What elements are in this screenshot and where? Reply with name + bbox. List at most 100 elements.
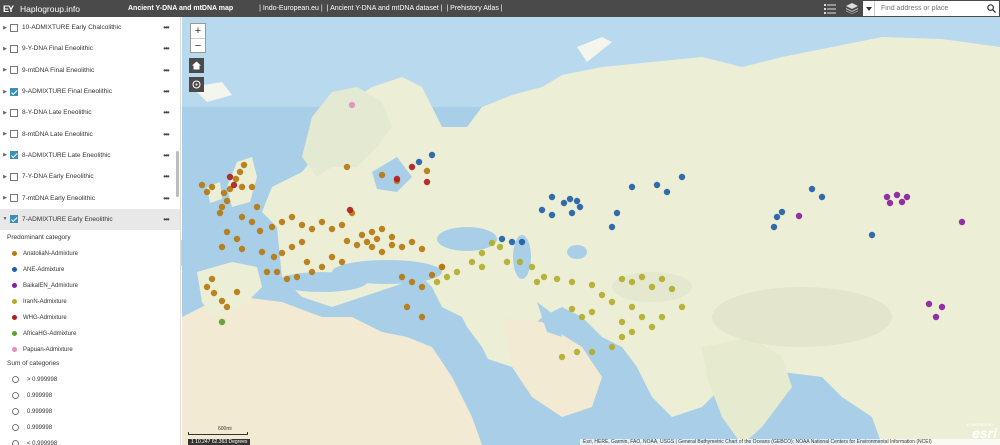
- layer-row[interactable]: ▶ 9-Y-DNA Final Eneolithic •••: [0, 38, 180, 59]
- sample-marker[interactable]: [298, 238, 306, 246]
- sample-marker[interactable]: [418, 283, 426, 291]
- sample-marker[interactable]: [423, 178, 431, 186]
- sample-marker[interactable]: [398, 273, 406, 281]
- sample-marker[interactable]: [795, 212, 803, 220]
- sample-marker[interactable]: [678, 173, 686, 181]
- sample-marker[interactable]: [210, 289, 218, 297]
- layer-row[interactable]: ▼ 7-ADMIXTURE Early Eneolithic •••: [0, 208, 180, 230]
- sample-marker[interactable]: [678, 303, 686, 311]
- more-options-icon[interactable]: •••: [159, 108, 173, 117]
- sample-marker[interactable]: [408, 238, 416, 246]
- layer-visibility-checkbox[interactable]: [10, 151, 18, 160]
- home-button[interactable]: [189, 58, 204, 73]
- more-options-icon[interactable]: •••: [159, 87, 173, 96]
- sample-marker[interactable]: [568, 305, 576, 313]
- sample-marker[interactable]: [478, 249, 486, 257]
- layer-visibility-checkbox[interactable]: [10, 215, 18, 224]
- sample-marker[interactable]: [248, 183, 256, 191]
- sample-marker[interactable]: [288, 243, 296, 251]
- sample-marker[interactable]: [318, 218, 326, 226]
- sample-marker[interactable]: [558, 353, 566, 361]
- sample-marker[interactable]: [508, 238, 516, 246]
- sample-marker[interactable]: [346, 206, 354, 214]
- sample-marker[interactable]: [368, 228, 376, 236]
- sample-marker[interactable]: [538, 206, 546, 214]
- layer-visibility-checkbox[interactable]: [10, 44, 18, 53]
- sample-marker[interactable]: [223, 303, 231, 311]
- layer-row[interactable]: ▶ 7-mtDNA Early Eneolithic •••: [0, 187, 180, 208]
- sample-marker[interactable]: [488, 239, 496, 247]
- sample-marker[interactable]: [248, 218, 256, 226]
- sample-marker[interactable]: [218, 243, 226, 251]
- sample-marker[interactable]: [658, 275, 666, 283]
- sample-marker[interactable]: [418, 245, 426, 253]
- sample-marker[interactable]: [373, 235, 381, 243]
- map-view[interactable]: + − 600mi 1 10.247 62.363 Degrees Esri, …: [182, 17, 1000, 445]
- more-options-icon[interactable]: •••: [159, 215, 173, 224]
- sample-marker[interactable]: [903, 193, 911, 201]
- sample-marker[interactable]: [283, 275, 291, 283]
- sample-marker[interactable]: [338, 221, 346, 229]
- nav-link-dataset[interactable]: | Ancient Y-DNA and mtDNA dataset |: [327, 5, 443, 12]
- sample-marker[interactable]: [233, 288, 241, 296]
- sample-marker[interactable]: [288, 213, 296, 221]
- sample-marker[interactable]: [453, 268, 461, 276]
- sample-marker[interactable]: [773, 213, 781, 221]
- sample-marker[interactable]: [353, 241, 361, 249]
- sample-marker[interactable]: [638, 273, 646, 281]
- layer-row[interactable]: ▶ 8-Y-DNA Late Eneolithic •••: [0, 102, 180, 123]
- sample-marker[interactable]: [588, 308, 596, 316]
- sample-marker[interactable]: [533, 278, 541, 286]
- layer-row[interactable]: ▶ 8-mtDNA Late Eneolithic •••: [0, 123, 180, 144]
- sample-marker[interactable]: [298, 221, 306, 229]
- sample-marker[interactable]: [883, 193, 891, 201]
- sample-marker[interactable]: [576, 203, 584, 211]
- sample-marker[interactable]: [293, 273, 301, 281]
- sample-marker[interactable]: [548, 193, 556, 201]
- sample-marker[interactable]: [608, 223, 616, 231]
- layer-row[interactable]: ▶ 9-mtDNA Final Eneolithic •••: [0, 60, 180, 81]
- sample-marker[interactable]: [388, 241, 396, 249]
- sample-marker[interactable]: [628, 328, 636, 336]
- sample-marker[interactable]: [598, 291, 606, 299]
- sample-marker[interactable]: [328, 253, 336, 261]
- sample-marker[interactable]: [343, 163, 351, 171]
- sample-marker[interactable]: [578, 313, 586, 321]
- sample-marker[interactable]: [653, 181, 661, 189]
- zoom-in-button[interactable]: +: [191, 24, 205, 38]
- sample-marker[interactable]: [232, 175, 240, 183]
- sample-marker[interactable]: [263, 268, 271, 276]
- sample-marker[interactable]: [628, 183, 636, 191]
- sample-marker[interactable]: [518, 238, 526, 246]
- sample-marker[interactable]: [648, 323, 656, 331]
- sample-marker[interactable]: [233, 235, 241, 243]
- sample-marker[interactable]: [566, 195, 574, 203]
- sample-marker[interactable]: [238, 183, 246, 191]
- sample-marker[interactable]: [318, 263, 326, 271]
- sample-marker[interactable]: [253, 203, 261, 211]
- layer-row[interactable]: ▶ 8-ADMIXTURE Late Eneolithic •••: [0, 145, 180, 166]
- sample-marker[interactable]: [418, 313, 426, 321]
- more-options-icon[interactable]: •••: [159, 130, 173, 139]
- sample-marker[interactable]: [238, 245, 246, 253]
- sample-marker[interactable]: [308, 225, 316, 233]
- sample-marker[interactable]: [648, 283, 656, 291]
- sample-marker[interactable]: [618, 333, 626, 341]
- sample-marker[interactable]: [548, 211, 556, 219]
- sample-marker[interactable]: [540, 273, 548, 281]
- layers-icon[interactable]: [841, 0, 863, 17]
- layer-visibility-checkbox[interactable]: [10, 66, 18, 75]
- sample-marker[interactable]: [568, 278, 576, 286]
- sample-marker[interactable]: [236, 168, 244, 176]
- sample-marker[interactable]: [608, 298, 616, 306]
- sample-marker[interactable]: [423, 167, 431, 175]
- search-source-dropdown[interactable]: [863, 1, 875, 16]
- sample-marker[interactable]: [770, 223, 778, 231]
- sample-marker[interactable]: [958, 218, 966, 226]
- sample-marker[interactable]: [348, 101, 356, 109]
- sample-marker[interactable]: [230, 181, 238, 189]
- sample-marker[interactable]: [618, 275, 626, 283]
- sample-marker[interactable]: [893, 191, 901, 199]
- sample-marker[interactable]: [618, 318, 626, 326]
- sample-marker[interactable]: [663, 188, 671, 196]
